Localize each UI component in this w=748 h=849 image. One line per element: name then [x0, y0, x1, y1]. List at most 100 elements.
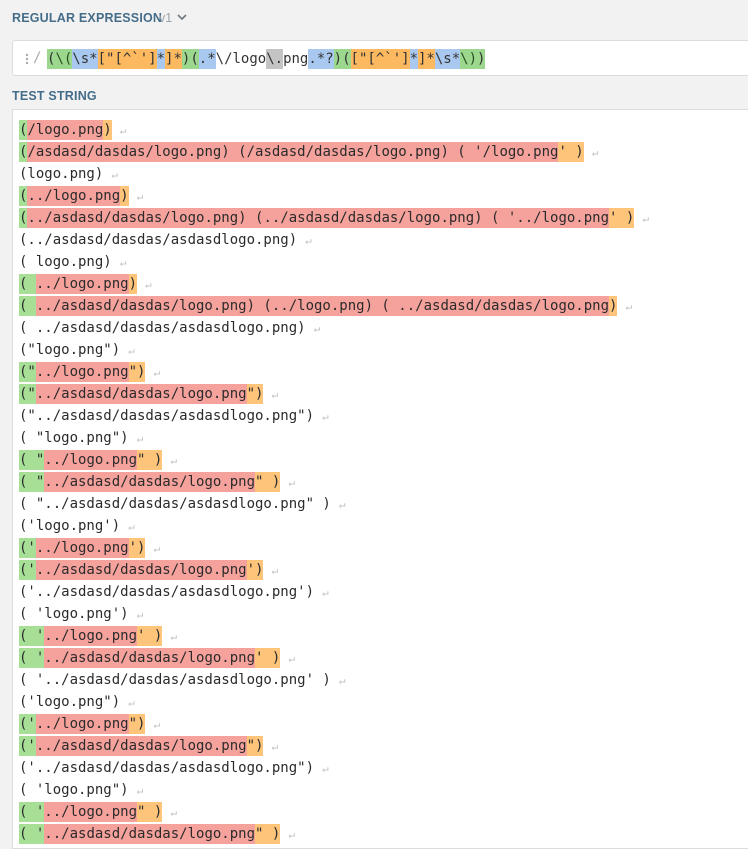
test-line: ('logo.png') ↵ [19, 516, 135, 536]
match-group-1: (' [19, 538, 36, 558]
match-group-3: ' ) [255, 648, 281, 668]
match-group-3: " ) [255, 472, 281, 492]
match-group-3: ") [128, 714, 146, 734]
test-line: ( 'logo.png') ↵ [19, 604, 143, 624]
match-group-3: " ) [255, 824, 281, 844]
regex-token: \. [266, 49, 284, 69]
regex-delimiter: / [33, 50, 42, 66]
regex-token: ["[^`'] [97, 49, 157, 69]
newline-icon: ↵ [271, 564, 279, 577]
match-group-2: ../asdasd/dasdas/logo.png [44, 824, 256, 844]
test-line: ( '../logo.png" ) ↵ [19, 802, 177, 822]
newline-icon: ↵ [642, 212, 649, 225]
regex-token: .* [198, 49, 216, 69]
match-group-3: ") [246, 736, 264, 756]
line-text: ( '../asdasd/dasdas/asdasdlogo.png' ) [19, 672, 331, 688]
test-line: ( "../asdasd/dasdas/logo.png" ) ↵ [19, 472, 295, 492]
test-line: (../asdasd/dasdas/asdasdlogo.png) ↵ [19, 230, 312, 250]
newline-icon: ↵ [136, 432, 144, 445]
newline-icon: ↵ [288, 652, 295, 665]
match-group-3: ' ) [137, 626, 163, 646]
match-group-1: (' [19, 736, 36, 756]
test-line: (logo.png) ↵ [19, 164, 118, 184]
test-line: ('../asdasd/dasdas/logo.png") ↵ [19, 736, 278, 756]
match-group-2: ../logo.png [44, 626, 138, 646]
newline-icon: ↵ [153, 718, 161, 731]
match-group-1: (" [19, 384, 36, 404]
regex-input-box[interactable]: / (\(\s*["[^`']*]*)(.*\/logo\.png.*?)(["… [12, 40, 748, 76]
regex-pattern[interactable]: (\(\s*["[^`']*]*)(.*\/logo\.png.*?)(["[^… [47, 49, 486, 69]
newline-icon: ↵ [170, 806, 177, 819]
newline-icon: ↵ [271, 740, 279, 753]
test-line: (/asdasd/dasdas/logo.png) (/asdasd/dasda… [19, 142, 598, 162]
match-group-2: /asdasd/dasdas/logo.png) (/asdasd/dasdas… [27, 142, 559, 162]
newline-icon: ↵ [170, 630, 177, 643]
match-group-1: ( [19, 274, 36, 294]
match-group-1: (' [19, 714, 36, 734]
regex-token: \s* [72, 49, 98, 69]
test-line: ('logo.png") ↵ [19, 692, 135, 712]
test-line: (../logo.png) ↵ [19, 186, 143, 206]
newline-icon: ↵ [322, 586, 329, 599]
test-line: ( logo.png) ↵ [19, 252, 126, 272]
regex-token: ["[^`'] [350, 49, 410, 69]
match-group-1: (' [19, 560, 36, 580]
newline-icon: ↵ [322, 410, 329, 423]
match-group-1: ( [19, 120, 28, 140]
regex-token: ) [477, 49, 486, 69]
match-group-2: ../logo.png [44, 802, 138, 822]
regex-token: png [283, 51, 309, 67]
test-line: ('../asdasd/dasdas/asdasdlogo.png") ↵ [19, 758, 329, 778]
match-group-2: ../asdasd/dasdas/logo.png [35, 560, 247, 580]
match-group-1: ( ' [19, 824, 45, 844]
match-group-3: ' ) [558, 142, 584, 162]
newline-icon: ↵ [136, 608, 144, 621]
match-group-1: ( " [19, 472, 45, 492]
newline-icon: ↵ [128, 520, 135, 533]
version-label[interactable]: v1 [159, 11, 172, 25]
newline-icon: ↵ [128, 344, 135, 357]
chevron-down-icon[interactable] [175, 10, 189, 24]
match-group-2: ../logo.png [35, 714, 129, 734]
newline-icon: ↵ [136, 190, 144, 203]
line-text: ("../asdasd/dasdas/asdasdlogo.png") [19, 408, 315, 424]
match-group-2: /logo.png [27, 120, 104, 140]
match-group-3: ) [609, 296, 618, 316]
regex-token: ]* [165, 49, 182, 69]
match-group-2: ../asdasd/dasdas/logo.png [44, 648, 256, 668]
newline-icon: ↵ [136, 784, 144, 797]
regex-token: ( [190, 49, 199, 69]
newline-icon: ↵ [322, 762, 329, 775]
line-text: ('../asdasd/dasdas/asdasdlogo.png") [19, 760, 315, 776]
newline-icon: ↵ [119, 124, 127, 137]
newline-icon: ↵ [153, 366, 161, 379]
line-text: ("logo.png") [19, 342, 121, 358]
line-text: ( "../asdasd/dasdas/asdasdlogo.png" ) [19, 496, 331, 512]
drag-handle-icon[interactable] [24, 52, 30, 66]
line-text: ('../asdasd/dasdas/asdasdlogo.png') [19, 584, 315, 600]
match-group-2: ../asdasd/dasdas/logo.png [35, 736, 247, 756]
match-group-2: ../asdasd/dasdas/logo.png) (../logo.png)… [35, 296, 610, 316]
newline-icon: ↵ [313, 322, 321, 335]
test-line: ("../logo.png") ↵ [19, 362, 160, 382]
match-group-1: ( [19, 296, 36, 316]
test-line: ( "logo.png") ↵ [19, 428, 143, 448]
newline-icon: ↵ [338, 498, 346, 511]
test-line: ( "../logo.png" ) ↵ [19, 450, 177, 470]
match-group-2: ../logo.png [35, 274, 129, 294]
regex-token: \( [55, 49, 73, 69]
test-line: ( ../asdasd/dasdas/logo.png) (../logo.pn… [19, 296, 632, 316]
match-group-1: ( " [19, 450, 45, 470]
newline-icon: ↵ [271, 388, 279, 401]
regex-header: REGULAR EXPRESSION v1 [0, 0, 748, 36]
test-line: ( ../logo.png) ↵ [19, 274, 152, 294]
match-group-3: ") [128, 362, 146, 382]
line-text: (logo.png) [19, 166, 104, 182]
test-line: ( 'logo.png") ↵ [19, 780, 143, 800]
newline-icon: ↵ [305, 234, 312, 247]
test-line: ('../logo.png') ↵ [19, 538, 160, 558]
regex-token: * [156, 49, 166, 69]
test-line: ( "../asdasd/dasdas/asdasdlogo.png" ) ↵ [19, 494, 346, 514]
regex-token: ( [47, 49, 56, 69]
newline-icon: ↵ [288, 476, 295, 489]
